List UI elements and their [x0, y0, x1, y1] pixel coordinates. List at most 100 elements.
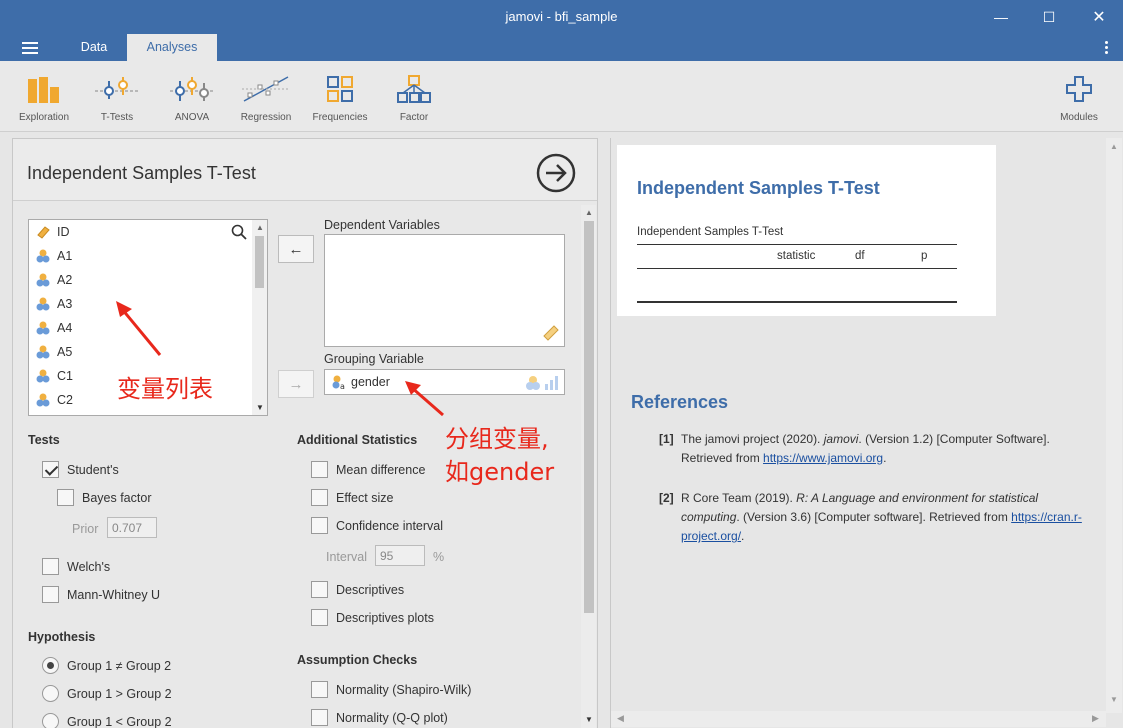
list-item[interactable]: A5 [35, 342, 72, 362]
scroll-up-icon[interactable]: ▲ [585, 208, 593, 217]
scroll-right-icon[interactable]: ▶ [1092, 713, 1099, 724]
minimize-icon: — [994, 9, 1008, 25]
bayes-factor-option[interactable]: Bayes factor [57, 489, 151, 506]
variable-name: A1 [57, 249, 73, 263]
results-card[interactable]: Independent Samples T-Test Independent S… [617, 145, 996, 316]
results-table-name: Independent Samples T-Test [637, 226, 784, 238]
variable-name: ID [57, 225, 70, 239]
references-heading: References [631, 392, 729, 412]
list-item[interactable]: A4 [35, 318, 72, 338]
shapiro-wilk-checkbox[interactable] [311, 681, 328, 698]
nominal-variable-icon [36, 249, 50, 263]
list-item[interactable]: C1 [35, 366, 73, 386]
hypothesis-lt-radio[interactable] [42, 713, 59, 728]
mean-difference-label: Mean difference [336, 462, 426, 477]
tab-analyses[interactable]: Analyses [127, 34, 217, 61]
column-header-df: df [855, 250, 865, 262]
list-item[interactable]: A2 [35, 270, 72, 290]
descriptives-option[interactable]: Descriptives [311, 581, 404, 598]
list-item[interactable]: A3 [35, 294, 72, 314]
search-icon[interactable] [231, 224, 247, 240]
minimize-button[interactable]: — [978, 0, 1024, 34]
frequencies-icon [327, 76, 353, 102]
scrollbar-thumb[interactable] [584, 221, 594, 613]
reference-link[interactable]: https://www.jamovi.org [763, 451, 883, 465]
nominal-ordinal-icon [526, 376, 558, 390]
move-to-grouping-button[interactable]: → [278, 370, 314, 398]
hypothesis-neq-option[interactable]: Group 1 ≠ Group 2 [42, 657, 171, 674]
mean-difference-option[interactable]: Mean difference [311, 461, 425, 478]
nominal-text-variable-icon: a [332, 375, 345, 390]
move-to-dependent-button[interactable]: ← [278, 235, 314, 263]
ribbon-anova-button[interactable]: ANOVA [155, 69, 229, 125]
list-item[interactable]: ID [35, 222, 70, 242]
list-item[interactable]: A1 [35, 246, 72, 266]
effect-size-checkbox[interactable] [311, 489, 328, 506]
maximize-button[interactable]: ☐ [1026, 0, 1072, 34]
variable-list-scrollbar[interactable]: ▲ ▼ [252, 220, 267, 415]
descriptives-plots-option[interactable]: Descriptives plots [311, 609, 434, 626]
ribbon-t-tests-button[interactable]: T-Tests [80, 69, 154, 125]
scroll-up-icon[interactable]: ▲ [256, 223, 264, 232]
kebab-menu-icon[interactable] [1105, 41, 1109, 56]
mann-whitney-checkbox[interactable] [42, 586, 59, 603]
descriptives-plots-checkbox[interactable] [311, 609, 328, 626]
hypothesis-lt-option[interactable]: Group 1 < Group 2 [42, 713, 172, 728]
column-header-p: p [921, 250, 928, 262]
scroll-up-icon[interactable]: ▲ [1110, 142, 1118, 151]
effect-size-option[interactable]: Effect size [311, 489, 393, 506]
scroll-down-icon[interactable]: ▼ [256, 403, 264, 412]
ribbon-factor-button[interactable]: Factor [377, 69, 451, 125]
results-vertical-scrollbar[interactable]: ▲ ▼ [1106, 138, 1122, 713]
mann-whitney-option[interactable]: Mann-Whitney U [42, 586, 160, 603]
bayes-factor-label: Bayes factor [82, 490, 152, 505]
ribbon-regression-button[interactable]: Regression [229, 69, 303, 125]
shapiro-wilk-option[interactable]: Normality (Shapiro-Wilk) [311, 681, 471, 698]
analyses-ribbon: Exploration T-Tests ANOVA Regression Fre… [0, 61, 1123, 132]
list-item[interactable]: C2 [35, 390, 73, 410]
descriptives-checkbox[interactable] [311, 581, 328, 598]
students-checkbox[interactable] [42, 461, 59, 478]
confidence-interval-checkbox[interactable] [311, 517, 328, 534]
prior-input[interactable]: 0.707 [107, 517, 157, 538]
grouping-variable-item[interactable]: a gender [331, 374, 390, 390]
hamburger-menu-icon[interactable] [22, 42, 38, 54]
hypothesis-neq-radio[interactable] [42, 657, 59, 674]
ribbon-exploration-label: Exploration [18, 112, 70, 123]
options-scrollbar[interactable]: ▲ ▼ [581, 205, 596, 728]
qq-plot-checkbox[interactable] [311, 709, 328, 726]
ribbon-exploration-button[interactable]: Exploration [7, 69, 81, 125]
nominal-variable-icon [36, 297, 50, 311]
plus-icon [1066, 76, 1092, 102]
tab-data[interactable]: Data [62, 34, 126, 61]
scroll-down-icon[interactable]: ▼ [585, 715, 593, 724]
hypothesis-neq-label: Group 1 ≠ Group 2 [67, 658, 172, 673]
ribbon-frequencies-button[interactable]: Frequencies [303, 69, 377, 125]
confidence-interval-option[interactable]: Confidence interval [311, 517, 443, 534]
nominal-variable-icon [36, 345, 50, 359]
welchs-checkbox[interactable] [42, 558, 59, 575]
hypothesis-gt-radio[interactable] [42, 685, 59, 702]
hypothesis-heading: Hypothesis [28, 630, 96, 644]
maximize-icon: ☐ [1042, 8, 1056, 25]
tab-bar: Data Analyses [0, 34, 1123, 61]
scroll-down-icon[interactable]: ▼ [1110, 695, 1118, 704]
qq-plot-option[interactable]: Normality (Q-Q plot) [311, 709, 448, 726]
annotation-arrow-var-list [116, 301, 162, 356]
scroll-left-icon[interactable]: ◀ [617, 713, 624, 724]
students-option[interactable]: Student's [42, 461, 119, 478]
ribbon-modules-button[interactable]: Modules [1042, 69, 1116, 125]
bayes-factor-checkbox[interactable] [57, 489, 74, 506]
mean-difference-checkbox[interactable] [311, 461, 328, 478]
hypothesis-gt-label: Group 1 > Group 2 [67, 686, 172, 701]
results-horizontal-scrollbar[interactable]: ◀ ▶ [611, 711, 1106, 727]
interval-input[interactable]: 95 [375, 545, 425, 566]
options-header: Independent Samples T-Test [13, 139, 597, 201]
welchs-option[interactable]: Welch's [42, 558, 110, 575]
close-button[interactable]: ✕ [1076, 0, 1122, 34]
hypothesis-gt-option[interactable]: Group 1 > Group 2 [42, 685, 172, 702]
variable-name: A3 [57, 297, 73, 311]
dependent-variables-box[interactable] [324, 234, 565, 347]
arrow-right-circle-icon[interactable] [535, 152, 577, 194]
scrollbar-thumb[interactable] [255, 236, 264, 288]
